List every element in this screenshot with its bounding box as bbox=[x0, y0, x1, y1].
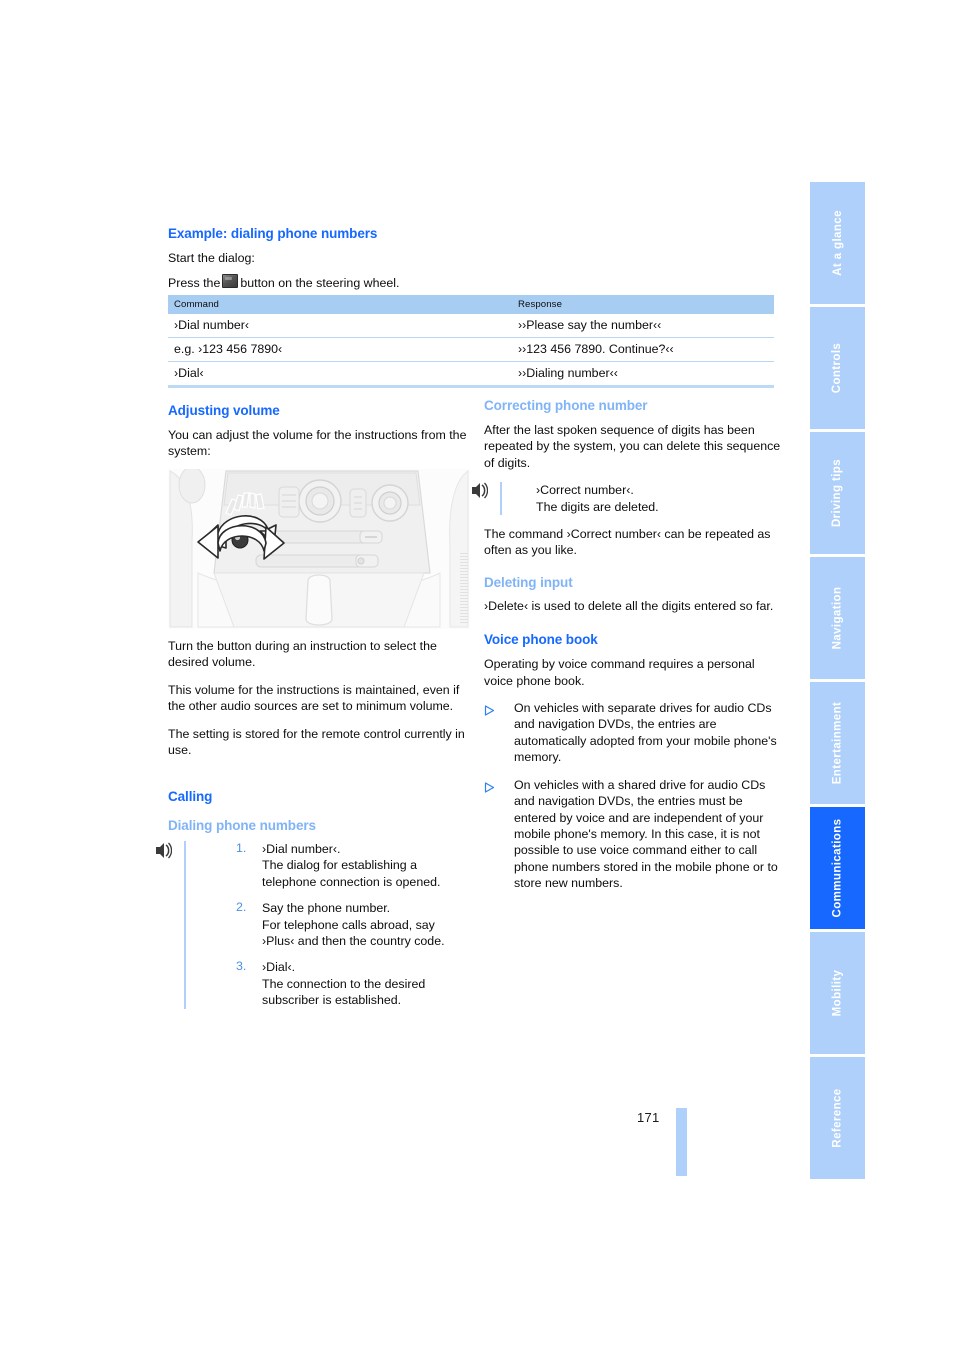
step-number: 1. bbox=[236, 841, 247, 855]
sidebar-item-label: Communications bbox=[831, 818, 844, 918]
page-number: 171 bbox=[637, 1110, 660, 1125]
steering-wheel-button-icon bbox=[222, 274, 239, 289]
volume-note-2: This volume for the instructions is main… bbox=[168, 682, 460, 714]
correct-number-command-block: ›Correct number‹. The digits are deleted… bbox=[472, 482, 786, 516]
step-line-1: ›Dial‹. bbox=[262, 960, 296, 975]
step-line-1: ›Dial number‹. bbox=[262, 842, 341, 856]
deleting-input-paragraph: ›Delete‹ is used to delete all the digit… bbox=[484, 598, 774, 613]
illustration-credit-mark bbox=[460, 553, 468, 623]
correcting-paragraph-2: The command ›Correct number‹ can be repe… bbox=[484, 527, 771, 558]
sidebar-item-reference[interactable]: Reference bbox=[810, 1057, 865, 1179]
voice-phone-book-intro: Operating by voice command requires a pe… bbox=[484, 657, 755, 688]
cell-response: ››123 456 7890. Continue?‹‹ bbox=[314, 337, 774, 362]
volume-note-3: The setting is stored for the remote con… bbox=[168, 726, 465, 758]
section-heading-voice-phone-book: Voice phone book bbox=[484, 632, 598, 648]
table-header-row: Command Response bbox=[168, 295, 774, 314]
triangle-bullet-icon bbox=[484, 700, 514, 766]
sidebar-item-label: Driving tips bbox=[831, 458, 844, 528]
list-item: On vehicles with separate drives for aud… bbox=[484, 700, 786, 766]
sidebar-item-label: At a glance bbox=[831, 210, 844, 276]
command-line-1: ›Correct number‹. bbox=[536, 483, 634, 498]
triangle-bullet-icon bbox=[484, 777, 514, 892]
cell-response: ››Please say the number‹‹ bbox=[314, 314, 774, 338]
center-console-volume-knob-illustration bbox=[168, 469, 470, 629]
step-number: 3. bbox=[236, 959, 247, 974]
sidebar-item-mobility[interactable]: Mobility bbox=[810, 932, 865, 1057]
list-item: 3. ›Dial‹. The connection to the desired… bbox=[236, 959, 470, 1008]
sidebar-item-communications[interactable]: Communications bbox=[810, 807, 865, 932]
sidebar-item-entertainment[interactable]: Entertainment bbox=[810, 682, 865, 807]
sidebar-item-label: Entertainment bbox=[831, 701, 844, 785]
page-number-bar bbox=[676, 1108, 687, 1176]
table-row: e.g. ›123 456 7890‹ ››123 456 7890. Cont… bbox=[168, 337, 774, 362]
right-column: Correcting phone number After the last s… bbox=[472, 398, 786, 892]
bullet-text: On vehicles with a shared drive for audi… bbox=[514, 777, 778, 891]
section-heading-correcting-phone-number: Correcting phone number bbox=[484, 398, 648, 413]
sidebar-item-label: Navigation bbox=[831, 586, 844, 650]
dialing-steps-list: 1. ›Dial number‹. The dialog for establi… bbox=[156, 841, 470, 1009]
sidebar-item-label: Mobility bbox=[831, 969, 844, 1017]
section-heading-calling: Calling bbox=[168, 789, 213, 804]
sidebar-item-label: Controls bbox=[831, 342, 844, 394]
cell-command: e.g. ›123 456 7890‹ bbox=[168, 337, 314, 362]
list-item: 1. ›Dial number‹. The dialog for establi… bbox=[236, 841, 470, 890]
side-tab-rail: At a glance Controls Driving tips Naviga… bbox=[810, 182, 865, 1180]
cell-response: ››Dialing number‹‹ bbox=[314, 361, 774, 388]
table-row: ›Dial number‹ ››Please say the number‹‹ bbox=[168, 314, 774, 338]
table-row: ›Dial‹ ››Dialing number‹‹ bbox=[168, 361, 774, 388]
correct-number-command-text: ›Correct number‹. The digits are deleted… bbox=[536, 482, 786, 515]
correcting-paragraph-1: After the last spoken sequence of digits… bbox=[484, 423, 781, 470]
voice-command-icon bbox=[154, 842, 173, 859]
adjusting-volume-intro: You can adjust the volume for the instru… bbox=[168, 428, 467, 459]
sidebar-item-driving-tips[interactable]: Driving tips bbox=[810, 432, 865, 557]
list-item: 2. Say the phone number. For telephone c… bbox=[236, 900, 470, 949]
step-text: ›Dial number‹. The dialog for establishi… bbox=[262, 841, 470, 890]
step-line-2: The connection to the desired subscriber… bbox=[262, 976, 426, 1008]
section-heading-adjusting-volume: Adjusting volume bbox=[168, 403, 280, 418]
sidebar-item-label: Reference bbox=[831, 1088, 844, 1148]
command-line-2: The digits are deleted. bbox=[536, 499, 659, 514]
list-item: On vehicles with a shared drive for audi… bbox=[484, 777, 786, 892]
left-column: Example: dialing phone numbers Start the… bbox=[168, 226, 470, 300]
step-line-2: The dialog for establishing a telephone … bbox=[262, 858, 441, 889]
voice-command-icon bbox=[470, 482, 489, 499]
volume-note-1: Turn the button during an instruction to… bbox=[168, 639, 437, 670]
sidebar-item-at-a-glance[interactable]: At a glance bbox=[810, 182, 865, 307]
sidebar-item-navigation[interactable]: Navigation bbox=[810, 557, 865, 682]
column-header-response: Response bbox=[314, 295, 774, 314]
subheading-dialing-phone-numbers: Dialing phone numbers bbox=[168, 818, 316, 833]
press-button-pre-text: Press the bbox=[168, 276, 221, 291]
adjusting-volume-block: Adjusting volume You can adjust the volu… bbox=[168, 403, 470, 471]
step-text: ›Dial‹. The connection to the desired su… bbox=[262, 959, 470, 1008]
step-line-2: For telephone calls abroad, say ›Plus‹ a… bbox=[262, 917, 445, 949]
manual-page: Example: dialing phone numbers Start the… bbox=[0, 0, 954, 1351]
step-text: Say the phone number. For telephone call… bbox=[262, 900, 470, 949]
volume-notes-block: Turn the button during an instruction to… bbox=[168, 638, 470, 769]
column-header-command: Command bbox=[168, 295, 314, 314]
step-number: 2. bbox=[236, 900, 247, 915]
calling-block: Calling Dialing phone numbers 1. ›Dial n… bbox=[156, 789, 470, 1009]
cell-command: ›Dial‹ bbox=[168, 361, 314, 388]
press-button-post-text: button on the steering wheel. bbox=[240, 276, 400, 291]
cell-command: ›Dial number‹ bbox=[168, 314, 314, 338]
subheading-deleting-input: Deleting input bbox=[484, 574, 573, 590]
sidebar-item-controls[interactable]: Controls bbox=[810, 307, 865, 432]
press-button-instruction: Press the button on the steering wheel. bbox=[168, 274, 470, 291]
bullet-text: On vehicles with separate drives for aud… bbox=[514, 701, 777, 765]
step-line-1: Say the phone number. bbox=[262, 901, 391, 916]
command-response-table: Command Response ›Dial number‹ ››Please … bbox=[168, 295, 774, 388]
voice-phone-book-bullet-list: On vehicles with separate drives for aud… bbox=[484, 700, 786, 891]
start-dialog-text: Start the dialog: bbox=[168, 251, 255, 265]
section-heading-example: Example: dialing phone numbers bbox=[168, 226, 378, 241]
